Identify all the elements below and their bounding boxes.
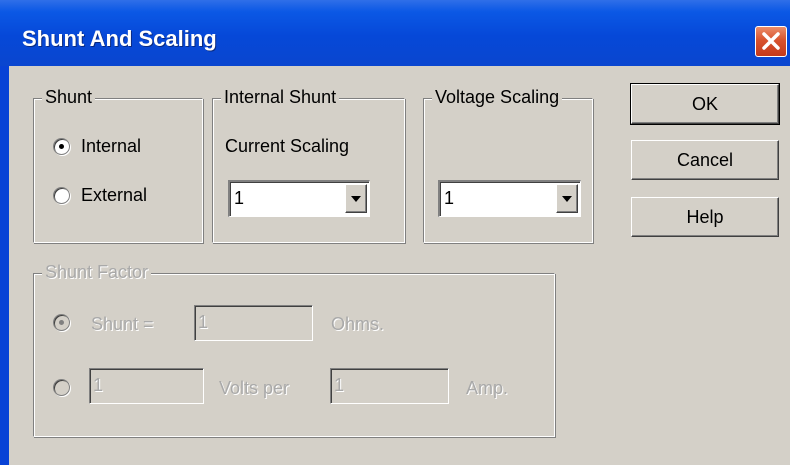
voltage-scaling-group: Voltage Scaling — [423, 87, 593, 243]
current-scaling-value: 1 — [234, 188, 245, 208]
shunt-factor-group: Shunt Factor — [33, 262, 555, 437]
voltage-scaling-value: 1 — [444, 188, 455, 208]
dialog-body: Shunt Internal External Internal Shunt C… — [9, 66, 790, 465]
help-button[interactable]: Help — [631, 197, 779, 237]
internal-shunt-group: Internal Shunt — [212, 87, 405, 243]
volts-input[interactable]: 1 — [89, 368, 204, 404]
internal-shunt-legend: Internal Shunt — [221, 87, 340, 108]
ok-button[interactable]: OK — [630, 83, 780, 125]
volts-per-label: Volts per — [219, 378, 290, 398]
current-scaling-label: Current Scaling — [225, 136, 350, 156]
shunt-factor-legend: Shunt Factor — [42, 262, 152, 283]
radio-selected-dot — [59, 320, 64, 325]
title-bar[interactable]: Shunt And Scaling — [0, 0, 790, 66]
internal-radio-label[interactable]: Internal — [81, 136, 141, 157]
shunt-ohms-radio[interactable] — [53, 314, 70, 331]
shunt-equals-label: Shunt = — [91, 314, 154, 334]
shunt-group-legend: Shunt — [42, 87, 96, 108]
window-title: Shunt And Scaling — [22, 26, 217, 51]
amp-label: Amp. — [466, 378, 509, 398]
amp-value: 1 — [334, 375, 345, 395]
shunt-ohms-input[interactable]: 1 — [194, 305, 313, 341]
dropdown-arrow-icon[interactable] — [345, 184, 367, 213]
current-scaling-select[interactable]: 1 — [228, 180, 370, 217]
volts-value: 1 — [93, 375, 104, 395]
external-radio-label[interactable]: External — [81, 185, 147, 206]
voltage-scaling-legend: Voltage Scaling — [432, 87, 563, 108]
internal-radio[interactable] — [53, 138, 70, 155]
amp-input[interactable]: 1 — [330, 368, 449, 404]
close-icon — [762, 32, 780, 50]
external-radio[interactable] — [53, 187, 70, 204]
close-button[interactable] — [755, 26, 787, 57]
shunt-group: Shunt — [33, 87, 203, 243]
radio-selected-dot — [59, 144, 64, 149]
ohms-label: Ohms. — [331, 314, 385, 334]
cancel-button[interactable]: Cancel — [631, 140, 779, 180]
dialog-window: Shunt And Scaling Shunt Internal Externa… — [0, 0, 790, 465]
dropdown-arrow-icon[interactable] — [556, 184, 578, 213]
shunt-ohms-value: 1 — [198, 312, 209, 332]
voltage-scaling-select[interactable]: 1 — [438, 180, 581, 217]
volts-per-amp-radio[interactable] — [53, 379, 70, 396]
